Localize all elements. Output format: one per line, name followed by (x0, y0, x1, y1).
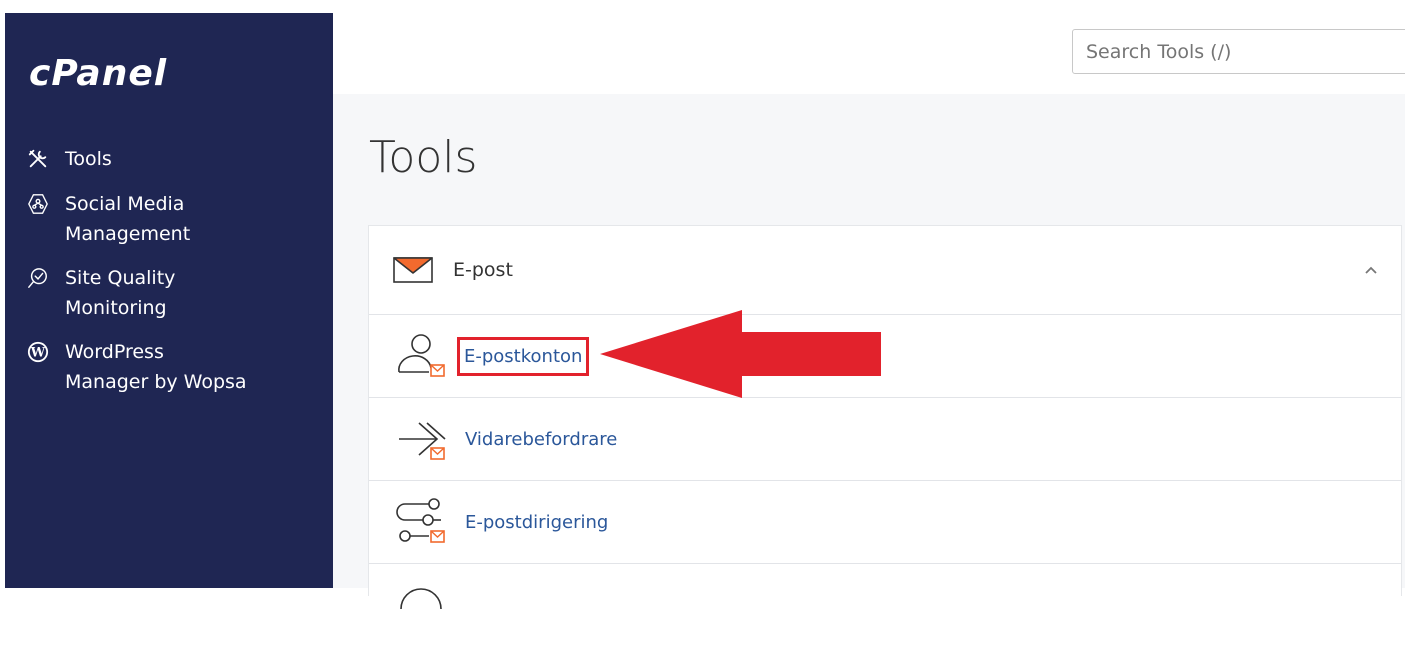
forwarders-icon (393, 413, 451, 465)
email-section-header[interactable]: E-post (369, 226, 1401, 315)
sidebar-item-social-media[interactable]: Social Media Management (25, 189, 325, 249)
top-header (333, 13, 1405, 94)
tool-row-email-accounts[interactable]: E-postkonton (369, 315, 1401, 398)
social-media-icon (25, 192, 51, 216)
sidebar-item-label: Tools (65, 148, 112, 170)
tool-row-forwarders[interactable]: Vidarebefordrare (369, 398, 1401, 481)
email-section-panel: E-post E-postkonton Vidarebefordrare E-p… (368, 225, 1402, 610)
forwarders-link[interactable]: Vidarebefordrare (465, 429, 617, 450)
sidebar-item-site-quality[interactable]: Site Quality Monitoring (25, 263, 325, 323)
cpanel-logo[interactable]: cPanel (29, 53, 167, 94)
wordpress-icon: W (25, 340, 51, 364)
sidebar-item-label: WordPress Manager by Wopsa (65, 341, 247, 393)
site-quality-icon (25, 266, 51, 290)
tool-row-partial (369, 564, 1401, 646)
chevron-up-icon[interactable] (1363, 262, 1379, 278)
sidebar-item-label: Site Quality Monitoring (65, 267, 176, 319)
search-tools-input[interactable] (1072, 29, 1405, 74)
sidebar-item-tools[interactable]: Tools (25, 147, 325, 171)
email-routing-link[interactable]: E-postdirigering (465, 512, 608, 533)
sidebar: cPanel Tools Social Media Management Sit… (5, 13, 333, 588)
svg-text:W: W (30, 346, 46, 361)
email-accounts-icon (393, 330, 451, 382)
sidebar-item-label: Social Media Management (65, 193, 191, 245)
envelope-icon (393, 257, 433, 283)
email-accounts-link[interactable]: E-postkonton (457, 336, 590, 376)
page-title: Tools (369, 132, 478, 183)
tools-icon (25, 147, 51, 171)
tool-row-email-routing[interactable]: E-postdirigering (369, 481, 1401, 564)
sidebar-item-wordpress-manager[interactable]: W WordPress Manager by Wopsa (25, 337, 325, 397)
sidebar-nav: Tools Social Media Management Site Quali… (25, 147, 325, 417)
email-routing-icon (393, 496, 451, 548)
partial-tool-icon (393, 579, 451, 631)
section-title: E-post (453, 259, 513, 281)
annotation-arrow-icon (600, 310, 881, 398)
